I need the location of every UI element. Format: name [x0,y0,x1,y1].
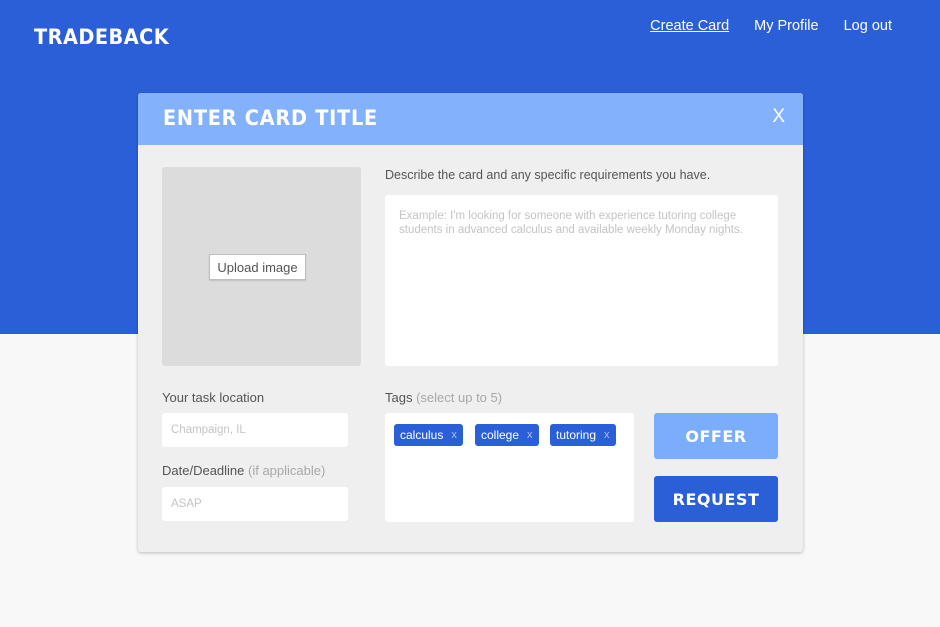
tag-college: college x [475,424,539,446]
tag-calculus: calculus x [394,424,463,446]
date-input[interactable] [162,487,348,521]
modal-header: ENTER CARD TITLE X [138,93,803,145]
offer-button[interactable]: OFFER [654,413,778,459]
create-card-modal: ENTER CARD TITLE X Upload image Describe… [138,93,803,552]
nav-create-card[interactable]: Create Card [650,17,729,35]
location-label: Your task location [162,390,265,405]
tags-label-text: Tags [385,390,413,405]
tag-label: calculus [400,428,444,442]
remove-tag-icon[interactable]: x [604,429,610,441]
remove-tag-icon[interactable]: x [451,429,457,441]
image-upload-area: Upload image [162,167,361,366]
upload-image-button[interactable]: Upload image [209,254,306,280]
close-icon[interactable]: X [772,106,785,128]
logo[interactable]: TRADEBACK [34,25,169,49]
tags-hint: (select up to 5) [416,390,503,405]
tags-input[interactable]: calculus x college x tutoring x [385,413,634,522]
request-button[interactable]: REQUEST [654,476,778,522]
description-label: Describe the card and any specific requi… [385,168,711,182]
description-textarea[interactable] [385,195,778,366]
top-nav: Create Card My Profile Log out [625,17,892,35]
card-title[interactable]: ENTER CARD TITLE [163,106,378,130]
tag-label: tutoring [556,428,597,442]
remove-tag-icon[interactable]: x [527,429,533,441]
location-input[interactable] [162,413,348,447]
date-hint: (if applicable) [248,463,326,478]
nav-log-out[interactable]: Log out [844,17,892,35]
date-label: Date/Deadline (if applicable) [162,463,325,478]
nav-my-profile[interactable]: My Profile [754,17,818,35]
tags-label: Tags (select up to 5) [385,390,502,405]
tag-tutoring: tutoring x [550,424,616,446]
date-label-text: Date/Deadline [162,463,245,478]
tag-label: college [481,428,520,442]
